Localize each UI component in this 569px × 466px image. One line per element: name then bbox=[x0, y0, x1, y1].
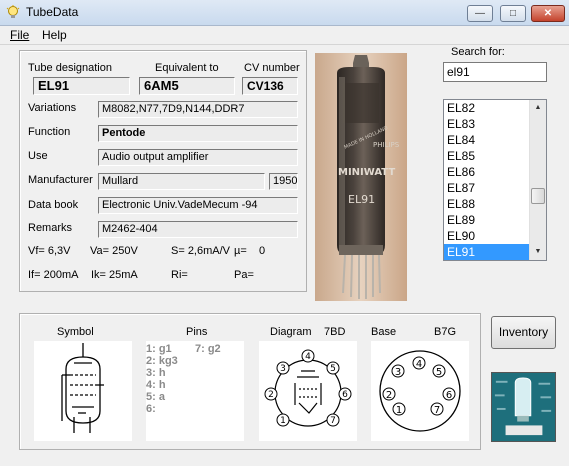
pin-entry: 3: h bbox=[146, 367, 166, 379]
use-label: Use bbox=[28, 150, 48, 162]
pin-entry: 4: h bbox=[146, 379, 166, 391]
title-bar: TubeData — □ ✕ bbox=[0, 0, 569, 26]
year-field[interactable]: 1950 bbox=[269, 173, 298, 190]
pin-entry: 2: kg3 bbox=[146, 355, 178, 367]
svg-text:1: 1 bbox=[280, 416, 286, 426]
spec-if: If= 200mA bbox=[28, 269, 79, 281]
spec-vf: Vf= 6,3V bbox=[28, 245, 71, 257]
pin-entry: 6: bbox=[146, 403, 156, 415]
pins-label: Pins bbox=[186, 326, 208, 338]
variations-label: Variations bbox=[28, 102, 77, 114]
diagram-code: 7BD bbox=[324, 326, 346, 338]
svg-text:EL91: EL91 bbox=[348, 193, 375, 206]
equivalent-field[interactable]: 6AM5 bbox=[139, 77, 235, 95]
cv-label: CV number bbox=[244, 62, 300, 74]
svg-text:MINIWATT: MINIWATT bbox=[338, 167, 395, 178]
svg-text:5: 5 bbox=[436, 367, 442, 378]
svg-text:3: 3 bbox=[280, 364, 286, 374]
spec-pa: Pa= bbox=[234, 269, 254, 281]
connection-diagram-icon: 4 3 5 2 6 1 7 bbox=[264, 349, 352, 427]
base-code: B7G bbox=[434, 326, 457, 338]
cv-field[interactable]: CV136 bbox=[242, 77, 298, 95]
pin-entry: 1: g1 bbox=[146, 343, 172, 355]
list-scrollbar[interactable]: ▲ ▼ bbox=[529, 100, 546, 260]
list-item[interactable]: EL91 bbox=[444, 244, 530, 260]
list-item[interactable]: EL85 bbox=[444, 148, 530, 164]
spec-ri: Ri= bbox=[171, 269, 188, 281]
manufacturer-field[interactable]: Mullard bbox=[98, 173, 265, 190]
spec-s: S= 2,6mA/V bbox=[171, 245, 231, 257]
menu-bar: File Help bbox=[0, 26, 569, 45]
designation-label: Tube designation bbox=[28, 62, 112, 74]
pentode-symbol-icon bbox=[61, 343, 104, 433]
remarks-label: Remarks bbox=[28, 222, 73, 234]
pins-list-right: 7: g2 bbox=[195, 343, 221, 355]
function-label: Function bbox=[28, 126, 71, 138]
svg-text:7: 7 bbox=[330, 416, 336, 426]
svg-text:2: 2 bbox=[268, 390, 274, 400]
inventory-button[interactable]: Inventory bbox=[491, 316, 556, 349]
spec-va: Va= 250V bbox=[90, 245, 138, 257]
svg-text:2: 2 bbox=[386, 390, 392, 401]
pin-entry: 5: a bbox=[146, 391, 165, 403]
spec-mu-value: 0 bbox=[259, 245, 266, 257]
menu-file[interactable]: File bbox=[10, 28, 29, 42]
list-item[interactable]: EL86 bbox=[444, 164, 530, 180]
base-label: Base bbox=[371, 326, 397, 338]
tube-listbox[interactable]: EL82 EL83 EL84 EL85 EL86 EL87 EL88 EL89 EL90 EL91… bbox=[443, 99, 547, 261]
remarks-field[interactable]: M2462-404 bbox=[98, 221, 298, 238]
svg-text:4: 4 bbox=[416, 359, 422, 370]
maximize-button[interactable]: □ bbox=[500, 5, 526, 22]
list-item[interactable]: EL82 bbox=[444, 100, 530, 116]
designation-field[interactable]: EL91 bbox=[33, 77, 130, 95]
list-item[interactable]: EL84 bbox=[444, 132, 530, 148]
pins-list-left: 1: g1 2: kg3 3: h 4: h 5: a 6: bbox=[146, 343, 178, 415]
scroll-down-arrow-icon[interactable]: ▼ bbox=[530, 244, 546, 260]
variations-field[interactable]: M8082,N77,7D9,N144,DDR7 bbox=[98, 101, 298, 118]
svg-text:4: 4 bbox=[305, 352, 311, 362]
spec-mu: µ= bbox=[234, 245, 247, 257]
svg-text:3: 3 bbox=[395, 367, 401, 378]
svg-text:PHILIPS: PHILIPS bbox=[373, 141, 400, 149]
svg-text:6: 6 bbox=[342, 390, 348, 400]
list-item[interactable]: EL83 bbox=[444, 116, 530, 132]
list-item[interactable]: EL89 bbox=[444, 212, 530, 228]
minimize-button[interactable]: — bbox=[467, 5, 493, 22]
close-button[interactable]: ✕ bbox=[531, 5, 565, 22]
svg-text:5: 5 bbox=[330, 364, 336, 374]
svg-text:7: 7 bbox=[434, 405, 440, 416]
menu-help[interactable]: Help bbox=[42, 28, 67, 42]
spec-ik: Ik= 25mA bbox=[91, 269, 138, 281]
databook-field[interactable]: Electronic Univ.VadeMecum -94 bbox=[98, 197, 298, 214]
lightbulb-icon bbox=[6, 5, 20, 18]
tube-photo: MADE IN HOLLAND PHILIPS MINIWATT EL91 bbox=[315, 53, 407, 301]
svg-text:6: 6 bbox=[446, 390, 452, 401]
list-item[interactable]: EL88 bbox=[444, 196, 530, 212]
function-field[interactable]: Pentode bbox=[98, 125, 298, 142]
scroll-thumb[interactable] bbox=[531, 188, 545, 204]
window-title: TubeData bbox=[26, 5, 79, 19]
manufacturer-label: Manufacturer bbox=[28, 174, 93, 186]
search-input[interactable] bbox=[443, 62, 547, 82]
svg-text:1: 1 bbox=[396, 405, 402, 416]
diagram-label: Diagram bbox=[270, 326, 312, 338]
databook-label: Data book bbox=[28, 199, 79, 211]
list-item[interactable]: EL87 bbox=[444, 180, 530, 196]
scroll-up-arrow-icon[interactable]: ▲ bbox=[530, 100, 546, 116]
use-field[interactable]: Audio output amplifier bbox=[98, 149, 298, 166]
tube-logo-icon bbox=[491, 372, 556, 442]
list-item[interactable]: EL90 bbox=[444, 228, 530, 244]
equivalent-label: Equivalent to bbox=[155, 62, 219, 74]
tube-list: EL82 EL83 EL84 EL85 EL86 EL87 EL88 EL89 EL90 EL91 bbox=[444, 100, 530, 260]
base-pinout-icon: 4 3 5 2 6 1 7 bbox=[379, 350, 461, 432]
pin-entry: 7: g2 bbox=[195, 343, 221, 355]
symbol-label: Symbol bbox=[57, 326, 94, 338]
search-label: Search for: bbox=[451, 46, 505, 58]
